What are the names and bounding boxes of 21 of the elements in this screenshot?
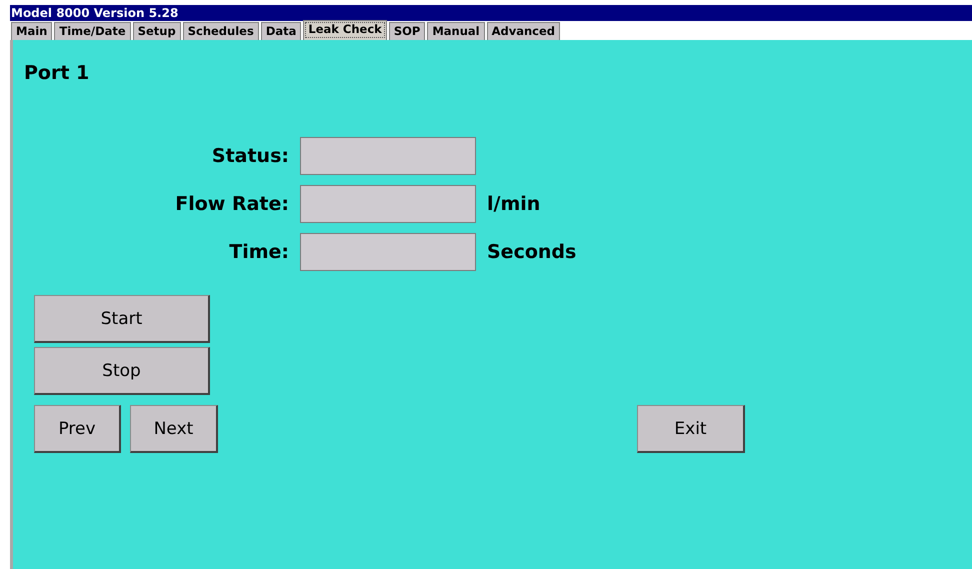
tab[interactable]: Time/Date xyxy=(54,22,131,40)
tab[interactable]: SOP xyxy=(388,22,426,40)
tab[interactable]: Schedules xyxy=(182,22,259,40)
window-title: Model 8000 Version 5.28 xyxy=(10,5,972,21)
field-label: Flow Rate: xyxy=(175,193,289,215)
tab[interactable]: Advanced xyxy=(486,22,560,40)
exit-button[interactable]: Exit xyxy=(637,405,745,453)
unit-label: l/min xyxy=(487,193,542,215)
tab[interactable]: Main xyxy=(11,22,52,40)
stop-button[interactable]: Stop xyxy=(34,347,210,395)
tab[interactable]: Manual xyxy=(427,22,485,40)
next-button[interactable]: Next xyxy=(130,405,218,453)
port-heading: Port 1 xyxy=(24,62,90,86)
prev-button[interactable]: Prev xyxy=(34,405,121,453)
tab[interactable]: Setup xyxy=(132,22,181,40)
start-button[interactable]: Start xyxy=(34,295,210,343)
field-label: Status: xyxy=(212,145,289,167)
unit-label: Seconds xyxy=(487,241,578,263)
tab[interactable]: Leak Check xyxy=(303,20,387,40)
field-label: Time: xyxy=(229,241,289,263)
tab[interactable]: Data xyxy=(260,22,302,40)
